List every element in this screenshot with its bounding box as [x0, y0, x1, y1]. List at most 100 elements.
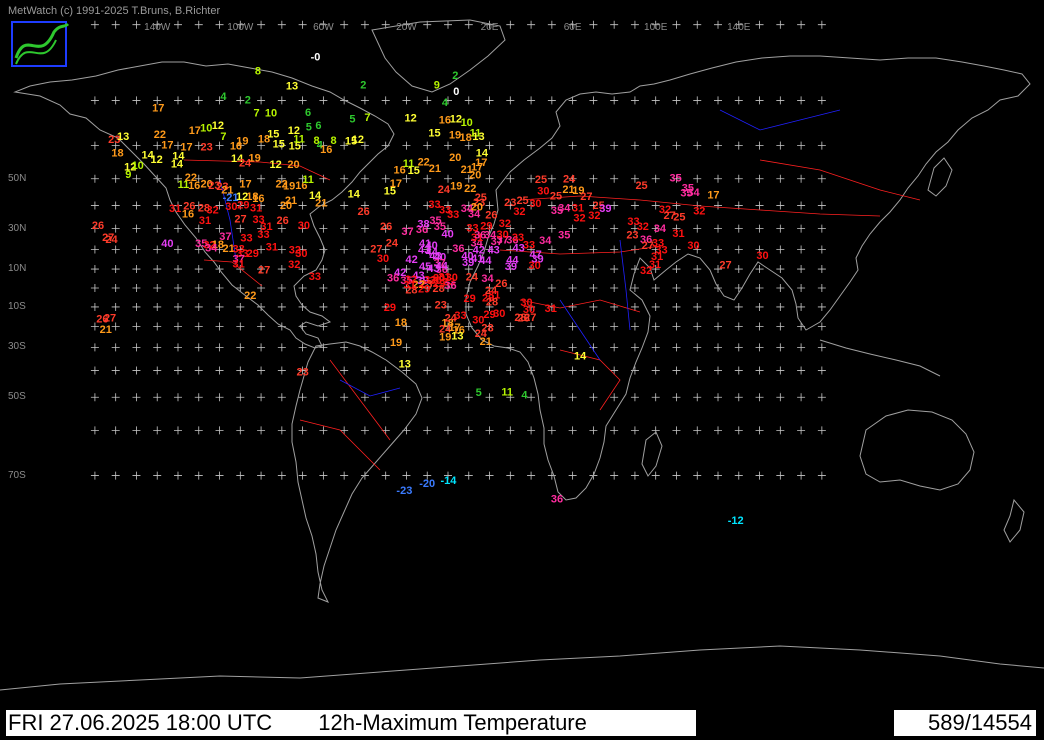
temperature-label: 19: [236, 136, 248, 148]
grid-cross: [132, 302, 141, 311]
grid-cross: [776, 471, 785, 480]
grid-cross: [236, 302, 245, 311]
grid-cross: [194, 265, 203, 274]
grid-cross: [714, 20, 723, 29]
temperature-label: -20: [419, 478, 435, 490]
grid-cross: [423, 322, 432, 331]
grid-cross: [776, 245, 785, 254]
grid-cross: [381, 174, 390, 183]
grid-cross: [153, 245, 162, 254]
grid-cross: [381, 393, 390, 402]
grid-cross: [797, 141, 806, 150]
temperature-label: 19: [390, 337, 402, 349]
coast-madagascar: [641, 431, 663, 477]
grid-cross: [277, 343, 286, 352]
longitude-label: 60E: [563, 22, 582, 33]
grid-cross: [776, 284, 785, 292]
coast-japan: [927, 157, 953, 197]
grid-cross: [817, 302, 826, 311]
grid-cross: [776, 343, 785, 352]
grid-cross: [693, 471, 702, 480]
temperature-label: 35: [670, 173, 682, 185]
grid-cross: [402, 471, 411, 480]
temperature-label: 2: [360, 80, 366, 92]
grid-cross: [651, 471, 660, 480]
temperature-label: 34: [481, 273, 494, 285]
grid-cross: [755, 141, 764, 150]
grid-cross: [672, 471, 681, 480]
grid-cross: [132, 20, 141, 29]
grid-cross: [485, 366, 494, 375]
grid-cross: [173, 426, 182, 435]
temperature-label: 33: [466, 223, 478, 235]
grid-cross: [340, 471, 349, 480]
coast-new-zealand: [1003, 498, 1025, 543]
grid-cross: [547, 96, 556, 105]
grid-cross: [589, 393, 598, 402]
grid-cross: [277, 265, 286, 274]
grid-cross: [215, 343, 224, 352]
grid-cross: [568, 141, 577, 150]
grid-cross: [672, 366, 681, 375]
grid-cross: [651, 343, 660, 352]
grid-cross: [319, 471, 328, 480]
temperature-label: 35: [429, 215, 441, 227]
grid-cross: [90, 265, 99, 274]
grid-cross: [132, 245, 141, 254]
grid-cross: [817, 265, 826, 274]
grid-cross: [610, 426, 619, 435]
grid-cross: [444, 141, 452, 150]
grid-cross: [506, 96, 515, 105]
latitude-label: 70S: [8, 469, 26, 481]
grid-cross: [714, 426, 723, 435]
grid-cross: [693, 393, 702, 402]
temperature-label: 23: [201, 141, 213, 153]
grid-cross: [734, 393, 743, 402]
grid-cross: [817, 322, 826, 331]
temperature-label: 14: [574, 351, 587, 363]
grid-cross: [402, 141, 411, 150]
grid-cross: [797, 174, 806, 183]
grid-cross: [755, 201, 764, 210]
grid-cross: [714, 393, 723, 402]
grid-cross: [423, 96, 432, 105]
grid-cross: [693, 20, 702, 29]
temperature-label: 24: [438, 184, 451, 196]
grid-cross: [776, 302, 785, 311]
temperature-label: 23: [435, 299, 447, 311]
coast-australia: [859, 409, 975, 491]
temperature-label: -0: [311, 51, 321, 63]
grid-cross: [485, 471, 494, 480]
grid-cross: [132, 393, 141, 402]
grid-cross: [693, 96, 702, 105]
temperature-label: 33: [454, 310, 466, 322]
grid-cross: [319, 224, 328, 233]
temperature-label: 4: [220, 91, 227, 103]
temperature-label: 36: [551, 493, 563, 505]
temperature-label: 14: [171, 158, 184, 170]
grid-cross: [776, 426, 785, 435]
temperature-label: 12: [352, 134, 364, 146]
grid-cross: [506, 20, 515, 29]
grid-cross: [527, 224, 536, 233]
grid-cross: [381, 322, 390, 331]
grid-cross: [755, 343, 764, 352]
grid-cross: [630, 393, 639, 402]
grid-cross: [527, 471, 536, 480]
temperature-label: 32: [693, 205, 705, 217]
temperature-label: 39: [599, 203, 611, 215]
temperature-label: 20: [287, 159, 299, 171]
grid-cross: [173, 471, 182, 480]
grid-cross: [755, 393, 764, 402]
grid-cross: [298, 201, 307, 210]
grid-cross: [90, 393, 99, 402]
grid-cross: [568, 471, 577, 480]
grid-cross: [340, 322, 349, 331]
longitude-label: 140W: [144, 22, 171, 33]
station-count: 589/14554: [928, 710, 1032, 735]
grid-cross: [547, 343, 556, 352]
grid-cross: [153, 393, 162, 402]
temperature-label: 29: [480, 220, 492, 232]
grid-cross: [298, 426, 307, 435]
temperature-label: 29: [237, 199, 249, 211]
